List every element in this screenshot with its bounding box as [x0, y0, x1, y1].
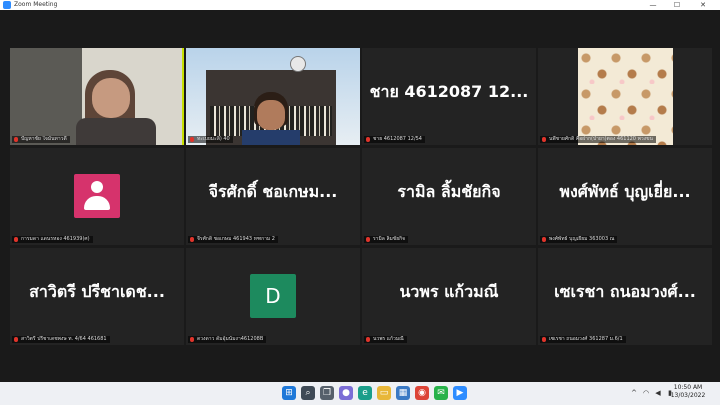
participant-name-label: พงศ์พัทธ์ บุญเยี่ยม 363003 ณ: [540, 236, 618, 243]
participant-tile[interactable]: จีรศักดิ์ ชอเกษม... จีรศักดิ์ ชอเกษม 461…: [186, 148, 360, 245]
participant-name: นวพร แก้วมณี: [373, 336, 404, 342]
participant-name: ชาย 4612087 12/54: [373, 136, 422, 142]
user-icon-head: [91, 181, 103, 193]
close-button[interactable]: ✕: [692, 0, 714, 10]
participant-tile[interactable]: ชาย 4612087 12... ชาย 4612087 12/54: [362, 48, 536, 145]
participant-name: ดวงดาว ดัมอุ้มนัมงา461208B: [197, 336, 264, 342]
zoom-icon[interactable]: ▶: [453, 386, 467, 400]
participant-tile[interactable]: ปัญหาชัย ใจมั่นทาวดี: [10, 48, 184, 145]
file-explorer-icon[interactable]: ▭: [377, 386, 391, 400]
mic-muted-icon: [366, 137, 370, 142]
participant-tile[interactable]: นพีชายศักดิ์ คือฝาก(ป่ายา)ตอง 461120 พวง…: [538, 48, 712, 145]
participant-name: เซเรชา ถนอมวงศ์ 361287 ม.6/1: [549, 336, 623, 342]
participant-display-name: นวพร แก้วมณี: [399, 282, 499, 301]
volume-icon[interactable]: ◀: [654, 388, 662, 398]
window-title: Zoom Meeting: [14, 1, 58, 8]
participant-tile[interactable]: พงศ์พัทธ์ บุญเยี่ย... พงศ์พัทธ์ บุญเยี่ย…: [538, 148, 712, 245]
system-clock[interactable]: 10:50 AM 13/03/2022: [664, 384, 712, 400]
windows-icon[interactable]: ⊞: [282, 386, 296, 400]
window-titlebar: Zoom Meeting — ☐ ✕: [0, 0, 720, 10]
participant-shirt: [242, 130, 300, 145]
task-view-icon[interactable]: ❐: [320, 386, 334, 400]
participant-display-name: เซเรชา ถนอมวงศ์...: [554, 282, 696, 301]
participant-name-label: การมดา แดนรหอง 461939(ศ): [12, 236, 93, 243]
participant-tile[interactable]: การมดา แดนรหอง 461939(ศ): [10, 148, 184, 245]
video-background: [10, 48, 82, 145]
maximize-button[interactable]: ☐: [666, 0, 688, 10]
mic-muted-icon: [366, 237, 370, 242]
participant-display-name: พงศ์พัทธ์ บุญเยี่ย...: [559, 182, 691, 201]
participant-name: พงศ์พัทธ์ บุญเยี่ยม 363003 ณ: [549, 236, 615, 242]
minimize-button[interactable]: —: [642, 0, 664, 10]
participant-tile[interactable]: ทะเบยมะลิ) 40: [186, 48, 360, 145]
user-icon-body: [84, 196, 110, 210]
wall-clock: [290, 56, 306, 72]
mic-muted-icon: [542, 237, 546, 242]
participant-name: สาวิตรี ปรีชาเดชพงษ ท. 4/64 461681: [21, 336, 107, 342]
chat-icon[interactable]: ●: [339, 386, 353, 400]
participant-name-label: ดวงดาว ดัมอุ้มนัมงา461208B: [188, 336, 267, 343]
mic-muted-icon: [190, 137, 194, 142]
participant-tile[interactable]: D ดวงดาว ดัมอุ้มนัมงา461208B: [186, 248, 360, 345]
participant-display-name: ชาย 4612087 12...: [369, 82, 529, 101]
tray-chevron-icon[interactable]: ^: [630, 388, 638, 398]
line-icon[interactable]: ✉: [434, 386, 448, 400]
mic-muted-icon: [14, 137, 18, 142]
participant-name: ทะเบยมะลิ) 40: [197, 136, 230, 142]
avatar: [74, 174, 120, 218]
search-icon[interactable]: ⌕: [301, 386, 315, 400]
participant-shirt: [76, 118, 156, 145]
store-icon[interactable]: ▦: [396, 386, 410, 400]
participant-display-name: รามิล ลิ้มชัยกิจ: [397, 182, 501, 201]
participant-tile[interactable]: รามิล ลิ้มชัยกิจ รามิล ลิ้มชัยกิจ: [362, 148, 536, 245]
mic-muted-icon: [190, 337, 194, 342]
mic-muted-icon: [542, 137, 546, 142]
mic-muted-icon: [14, 237, 18, 242]
clock-date: 13/03/2022: [670, 392, 706, 399]
cat-pattern-image: [578, 48, 673, 145]
participant-name-label: รามิล ลิ้มชัยกิจ: [364, 236, 409, 243]
mic-muted-icon: [542, 337, 546, 342]
participant-display-name: จีรศักดิ์ ชอเกษม...: [208, 182, 338, 201]
participant-name-label: นวพร แก้วมณี: [364, 336, 407, 343]
mic-muted-icon: [190, 237, 194, 242]
participant-name-label: ปัญหาชัย ใจมั่นทาวดี: [12, 136, 70, 143]
avatar: D: [250, 274, 296, 318]
zoom-app-icon: [3, 1, 11, 9]
wifi-icon[interactable]: ◠: [642, 388, 650, 398]
participant-tile[interactable]: สาวิตรี ปรีชาเดช... สาวิตรี ปรีชาเดชพงษ …: [10, 248, 184, 345]
participant-name: การมดา แดนรหอง 461939(ศ): [21, 236, 90, 242]
participant-tile[interactable]: นวพร แก้วมณี นวพร แก้วมณี: [362, 248, 536, 345]
clock-time: 10:50 AM: [673, 384, 703, 391]
mic-muted-icon: [14, 337, 18, 342]
participant-name-label: นพีชายศักดิ์ คือฝาก(ป่ายา)ตอง 461120 พวง…: [540, 136, 656, 143]
participant-display-name: สาวิตรี ปรีชาเดช...: [29, 282, 165, 301]
participant-tile[interactable]: เซเรชา ถนอมวงศ์... เซเรชา ถนอมวงศ์ 36128…: [538, 248, 712, 345]
edge-icon[interactable]: e: [358, 386, 372, 400]
participant-name: รามิล ลิ้มชัยกิจ: [373, 236, 406, 242]
participant-face: [92, 78, 130, 118]
participant-name-label: สาวิตรี ปรีชาเดชพงษ ท. 4/64 461681: [12, 336, 110, 343]
chrome-icon[interactable]: ◉: [415, 386, 429, 400]
participant-name: ปัญหาชัย ใจมั่นทาวดี: [21, 136, 67, 142]
participant-name-label: เซเรชา ถนอมวงศ์ 361287 ม.6/1: [540, 336, 626, 343]
participant-name: จีรศักดิ์ ชอเกษม 461943 หฑกาม 2: [197, 236, 275, 242]
participant-name-label: จีรศักดิ์ ชอเกษม 461943 หฑกาม 2: [188, 236, 278, 243]
windows-taskbar: ⊞ ⌕ ❐ ● e ▭ ▦ ◉ ✉ ▶ ^ ◠ ◀ ▮ 10:50 AM 13/…: [0, 382, 720, 405]
video-gallery: ปัญหาชัย ใจมั่นทาวดี ทะเบยมะลิ) 40 ชาย 4…: [0, 10, 720, 382]
participant-name-label: ทะเบยมะลิ) 40: [188, 136, 233, 143]
participant-name: นพีชายศักดิ์ คือฝาก(ป่ายา)ตอง 461120 พวง…: [549, 136, 653, 142]
participant-name-label: ชาย 4612087 12/54: [364, 136, 425, 143]
mic-muted-icon: [366, 337, 370, 342]
participant-face: [257, 100, 285, 130]
